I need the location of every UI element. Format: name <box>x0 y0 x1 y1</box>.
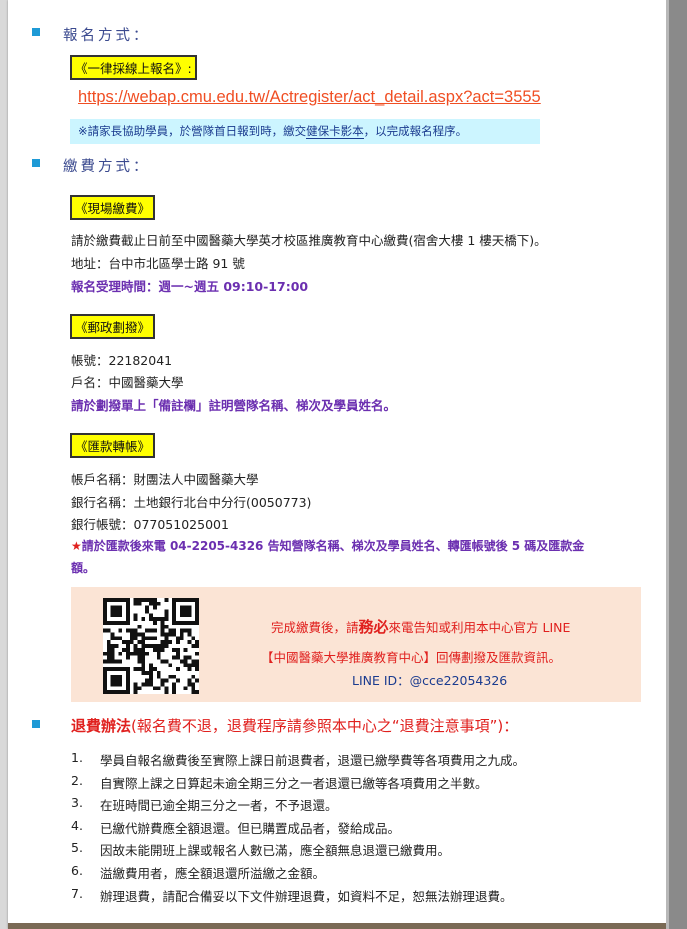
refund-item-number: 6. <box>71 863 83 878</box>
refund-item-text: 學員自報名繳費後至實際上課日前退費者，退還已繳學費等各項費用之九成。 <box>100 753 526 768</box>
onsite-hours: 報名受理時間：週一~週五 09:10-17:00 <box>71 279 309 294</box>
refund-title-bold: 退費辦法 <box>71 717 132 735</box>
transfer-bank: 銀行名稱：土地銀行北台中分行(0050773) <box>71 495 312 510</box>
refund-item-text: 在班時間已逾全期三分之一者，不予退還。 <box>100 798 338 814</box>
refund-item-text: 因故未能開班上課或報名人數已滿，應全額無息退還已繳費用。 <box>100 843 451 859</box>
registration-url-link[interactable]: https://webap.cmu.edu.tw/Actregister/act… <box>78 88 541 107</box>
refund-item-number: 5. <box>71 840 83 856</box>
transfer-note: ★請於匯款後來電 04-2205-4326 告知營隊名稱、梯次及學員姓名、轉匯帳… <box>71 537 584 554</box>
refund-item-number: 2. <box>71 772 83 788</box>
notice-line1-pre: 完成繳費後，請 <box>271 620 359 635</box>
page-edge <box>666 0 687 929</box>
notice-line1-post: 來電告知或利用本中心官方 LINE <box>388 620 571 635</box>
notice-emphasis: 務必 <box>358 618 389 636</box>
refund-title: 退費辦法(報名費不退，退費程序請參照本中心之“退費注意事項”)： <box>71 715 518 736</box>
note-suffix: ，以完成報名程序。 <box>363 124 468 138</box>
refund-title-rest: (報名費不退，退費程序請參照本中心之“退費注意事項”)： <box>131 717 519 735</box>
refund-item-number: 1. <box>71 750 83 765</box>
onsite-address: 地址：台中市北區學士路 91 號 <box>71 256 245 271</box>
onsite-line1: 請於繳費截止日前至中國醫藥大學英才校區推廣教育中心繳費(宿舍大樓 1 樓天橋下)… <box>71 233 547 248</box>
payment-title: 繳費方式： <box>63 159 151 175</box>
registration-title: 報名方式： <box>63 28 151 44</box>
refund-item-number: 7. <box>71 885 83 901</box>
postal-label: 《郵政劃撥》 <box>70 314 156 339</box>
registration-note: ※請家長協助學員，於營隊首日報到時，繳交健保卡影本，以完成報名程序。 <box>78 123 467 139</box>
refund-item-text: 溢繳費用者，應全額退還所溢繳之金額。 <box>100 866 326 881</box>
transfer-label: 《匯款轉帳》 <box>70 433 156 458</box>
page-bottom-edge <box>8 923 666 929</box>
postal-note: 請於劃撥單上「備註欄」註明營隊名稱、梯次及學員姓名。 <box>71 398 397 413</box>
bullet-square-icon <box>32 28 40 36</box>
transfer-account-no: 銀行帳號：077051025001 <box>71 517 229 532</box>
refund-item-number: 4. <box>71 817 83 833</box>
refund-item-number: 3. <box>71 795 83 811</box>
qr-code-icon <box>103 598 199 694</box>
bullet-square-icon <box>32 159 40 167</box>
star-icon: ★ <box>71 539 82 553</box>
document-page: 報名方式： 《一律採線上報名》: https://webap.cmu.edu.t… <box>8 0 666 929</box>
postal-account: 帳號：22182041 <box>71 353 173 368</box>
refund-item-text: 已繳代辦費應全額退還。但已購置成品者，發給成品。 <box>100 820 401 836</box>
bullet-square-icon <box>32 720 40 728</box>
refund-item-text: 自實際上課之日算起未逾全期三分之一者退還已繳等各項費用之半數。 <box>100 775 488 791</box>
transfer-account-name: 帳戶名稱：財團法人中國醫藥大學 <box>71 472 259 487</box>
notice-line1: 完成繳費後，請務必來電告知或利用本中心官方 LINE <box>271 616 570 637</box>
notice-line2: 【中國醫藥大學推廣教育中心】回傳劃撥及匯款資訊。 <box>261 650 562 665</box>
postal-name: 戶名：中國醫藥大學 <box>71 375 184 390</box>
note-underline: 健保卡影本 <box>306 124 364 139</box>
onsite-label: 《現場繳費》 <box>70 195 156 220</box>
transfer-note-cont: 額。 <box>71 561 96 575</box>
transfer-note-text: 請於匯款後來電 04-2205-4326 告知營隊名稱、梯次及學員姓名、轉匯帳號… <box>81 539 585 553</box>
note-prefix: ※請家長協助學員，於營隊首日報到時，繳交 <box>78 124 307 138</box>
refund-item-text: 辦理退費，請配合備妥以下文件辦理退費，如資料不足，恕無法辦理退費。 <box>100 888 513 904</box>
line-id: LINE ID：@cce22054326 <box>352 673 508 688</box>
registration-label: 《一律採線上報名》: <box>70 55 197 80</box>
